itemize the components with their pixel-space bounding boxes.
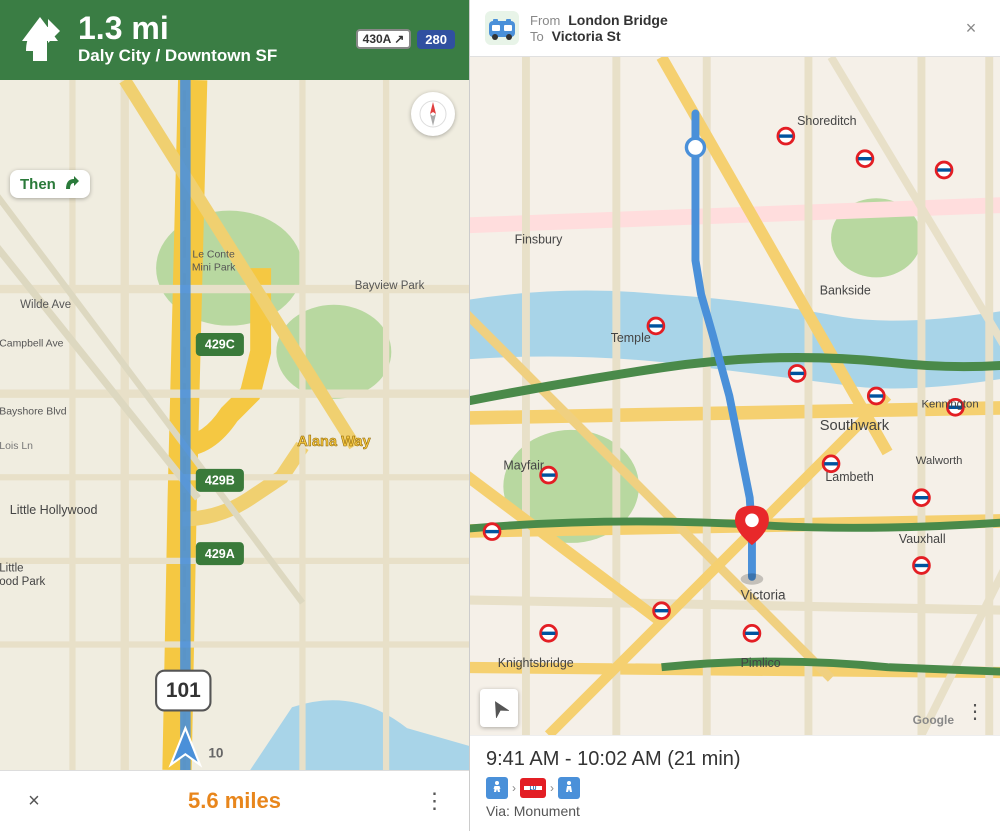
walk-end-icon bbox=[558, 777, 580, 799]
walk-start-icon bbox=[486, 777, 508, 799]
close-transit-button[interactable]: × bbox=[956, 13, 986, 43]
svg-text:Kennington: Kennington bbox=[921, 398, 978, 410]
then-bubble: Then bbox=[10, 170, 90, 198]
svg-text:ood Park: ood Park bbox=[0, 576, 46, 588]
more-options-button[interactable]: ⋮ bbox=[417, 783, 453, 819]
svg-text:Knightsbridge: Knightsbridge bbox=[498, 656, 574, 670]
close-navigation-button[interactable]: × bbox=[16, 783, 52, 819]
right-map-svg: Shoreditch Finsbury Temple Bankside Sout… bbox=[470, 57, 1000, 735]
svg-text:Alana Way: Alana Way bbox=[297, 434, 371, 450]
svg-text:Little: Little bbox=[0, 562, 24, 574]
svg-text:Le Conte: Le Conte bbox=[192, 250, 235, 261]
svg-text:429C: 429C bbox=[205, 338, 235, 352]
svg-text:Temple: Temple bbox=[611, 331, 651, 345]
nav-distance: 1.3 mi bbox=[78, 12, 344, 44]
compass-rose[interactable] bbox=[411, 92, 455, 136]
svg-text:Finsbury: Finsbury bbox=[515, 232, 563, 246]
right-map-overlay: Google ⋮ bbox=[470, 681, 1000, 735]
nav-destination: Daly City / Downtown SF bbox=[78, 46, 344, 66]
transit-route-info: From London Bridge To Victoria St bbox=[530, 12, 946, 44]
svg-text:10: 10 bbox=[208, 745, 223, 760]
transit-from: From London Bridge bbox=[530, 12, 946, 28]
more-options-map-button[interactable]: ⋮ bbox=[960, 697, 990, 727]
svg-text:Pimlico: Pimlico bbox=[741, 656, 781, 670]
step-arrow-1: › bbox=[512, 781, 516, 795]
right-panel: From London Bridge To Victoria St × bbox=[470, 0, 1000, 831]
transit-to: To Victoria St bbox=[530, 28, 946, 44]
svg-text:Vauxhall: Vauxhall bbox=[899, 532, 946, 546]
total-distance: 5.6 miles bbox=[188, 788, 281, 814]
then-label: Then bbox=[20, 176, 56, 193]
svg-text:Lambeth: Lambeth bbox=[825, 470, 873, 484]
underground-icon: LU bbox=[522, 780, 544, 796]
transit-steps: › LU › bbox=[486, 777, 984, 799]
svg-text:Little Hollywood: Little Hollywood bbox=[10, 503, 98, 517]
svg-text:Campbell Ave: Campbell Ave bbox=[0, 339, 64, 350]
svg-text:Shoreditch: Shoreditch bbox=[797, 114, 856, 128]
location-button[interactable] bbox=[480, 689, 518, 727]
badge-280: 280 bbox=[417, 30, 455, 49]
tube-icon bbox=[485, 11, 519, 45]
badge-430a: 430A ↗ bbox=[356, 29, 412, 49]
compass-icon bbox=[419, 100, 447, 128]
left-bottom-bar: × 5.6 miles ⋮ bbox=[0, 770, 469, 831]
highway-badges: 430A ↗ 280 bbox=[356, 29, 455, 49]
svg-text:Wilde Ave: Wilde Ave bbox=[20, 299, 71, 311]
svg-text:LU: LU bbox=[530, 786, 537, 792]
transit-mode-icon bbox=[484, 10, 520, 46]
svg-text:Southwark: Southwark bbox=[820, 418, 890, 434]
transit-header: From London Bridge To Victoria St × bbox=[470, 0, 1000, 57]
svg-text:Mayfair: Mayfair bbox=[503, 458, 544, 472]
google-logo: Google bbox=[913, 713, 954, 727]
svg-text:Mini Park: Mini Park bbox=[192, 262, 236, 273]
nav-info: 1.3 mi Daly City / Downtown SF bbox=[78, 12, 344, 66]
svg-text:101: 101 bbox=[166, 679, 201, 702]
left-map: Then bbox=[0, 80, 469, 770]
svg-text:Walworth: Walworth bbox=[916, 455, 963, 467]
tube-step-icon: LU bbox=[520, 778, 546, 798]
svg-text:429A: 429A bbox=[205, 547, 235, 561]
location-arrow-icon bbox=[489, 698, 509, 718]
transit-time-range: 9:41 AM - 10:02 AM (21 min) bbox=[486, 748, 984, 771]
walking-end-icon bbox=[562, 781, 576, 795]
svg-text:Bankside: Bankside bbox=[820, 283, 871, 297]
transit-bottom: 9:41 AM - 10:02 AM (21 min) › LU › bbox=[470, 735, 1000, 831]
svg-text:Victoria: Victoria bbox=[741, 587, 786, 602]
transit-via: Via: Monument bbox=[486, 803, 984, 819]
left-panel: 1.3 mi Daly City / Downtown SF 430A ↗ 28… bbox=[0, 0, 470, 831]
svg-text:Bayview Park: Bayview Park bbox=[355, 280, 425, 292]
step-arrow-2: › bbox=[550, 781, 554, 795]
walking-icon bbox=[490, 781, 504, 795]
right-map[interactable]: Shoreditch Finsbury Temple Bankside Sout… bbox=[470, 57, 1000, 735]
svg-text:Bayshore Blvd: Bayshore Blvd bbox=[0, 407, 67, 418]
svg-text:Lois Ln: Lois Ln bbox=[0, 441, 33, 452]
svg-text:429B: 429B bbox=[205, 474, 235, 488]
turn-arrow-icon bbox=[14, 13, 66, 65]
nav-header: 1.3 mi Daly City / Downtown SF 430A ↗ 28… bbox=[0, 0, 469, 80]
then-turn-icon bbox=[62, 175, 80, 193]
